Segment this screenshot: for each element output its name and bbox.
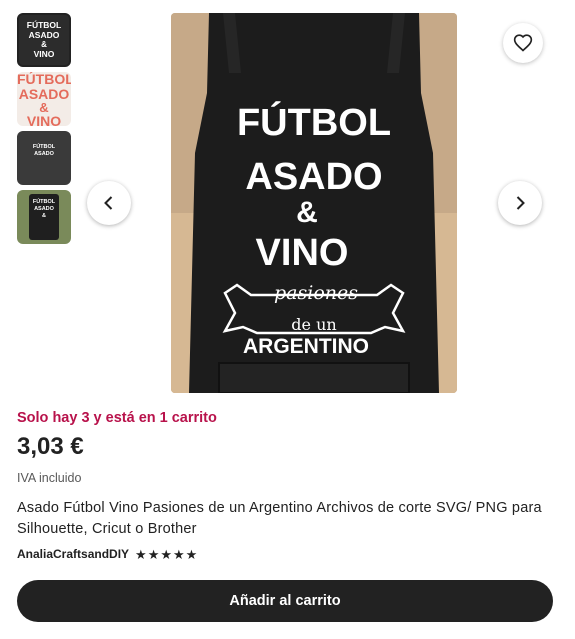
thumbnail-text: FÚTBOL bbox=[26, 20, 62, 30]
apron-text-line1: FÚTBOL bbox=[237, 100, 391, 144]
shop-info: AnaliaCraftsandDIY ★ ★ ★ ★ ★ bbox=[17, 547, 198, 561]
thumbnail-text: FÚTBOL bbox=[32, 199, 56, 205]
chevron-left-icon bbox=[104, 196, 113, 210]
thumbnail-text: ASADO bbox=[18, 86, 70, 102]
stock-message: Solo hay 3 y está en 1 carrito bbox=[17, 410, 217, 426]
thumbnail-text: VINO bbox=[26, 113, 62, 126]
star-icon: ★ bbox=[173, 546, 185, 562]
apron-text-line5: de un bbox=[291, 315, 336, 334]
listing-title: Asado Fútbol Vino Pasiones de un Argenti… bbox=[17, 500, 542, 537]
thumbnail-text: ASADO bbox=[28, 30, 60, 40]
star-icon: ★ bbox=[185, 546, 198, 562]
apron-text-line6: ARGENTINO bbox=[243, 335, 369, 358]
thumbnail-text: ASADO bbox=[34, 206, 54, 212]
heart-icon bbox=[513, 34, 533, 52]
thumbnail-text: VINO bbox=[33, 49, 55, 59]
main-product-image[interactable]: FÚTBOL ASADO & VINO pasiones de un ARGEN… bbox=[171, 13, 457, 393]
thumbnail-2[interactable]: FÚTBOL ASADO & VINO bbox=[17, 72, 71, 126]
apron-text-banner: pasiones bbox=[274, 282, 358, 304]
chevron-right-icon bbox=[516, 196, 525, 210]
thumbnail-1[interactable]: FÚTBOL ASADO & VINO bbox=[17, 13, 71, 67]
apron-text-line3: & bbox=[296, 196, 318, 229]
apron-illustration: FÚTBOL ASADO & VINO pasiones de un ARGEN… bbox=[171, 13, 457, 393]
favorite-button[interactable] bbox=[503, 23, 543, 63]
thumbnail-3[interactable]: FÚTBOL ASADO bbox=[17, 131, 71, 185]
apron-text-line4: VINO bbox=[256, 232, 349, 274]
shop-name-link[interactable]: AnaliaCraftsandDIY bbox=[17, 547, 129, 561]
star-icon: ★ bbox=[147, 546, 160, 562]
apron-text-line2: ASADO bbox=[245, 156, 382, 198]
previous-image-button[interactable] bbox=[87, 181, 131, 225]
thumbnail-text: ASADO bbox=[34, 151, 54, 157]
price: 3,03 € bbox=[17, 433, 84, 460]
thumbnail-text: & bbox=[42, 213, 46, 219]
star-icon: ★ bbox=[135, 546, 147, 562]
add-to-cart-button[interactable]: Añadir al carrito bbox=[17, 580, 553, 622]
thumbnail-text: FÚTBOL bbox=[32, 144, 56, 150]
thumbnail-text: FÚTBOL bbox=[17, 72, 71, 87]
next-image-button[interactable] bbox=[498, 181, 542, 225]
thumbnail-4[interactable]: FÚTBOL ASADO & bbox=[17, 190, 71, 244]
thumbnail-list: FÚTBOL ASADO & VINO FÚTBOL ASADO & VINO … bbox=[17, 13, 71, 249]
star-icon: ★ bbox=[160, 546, 172, 562]
rating-stars: ★ ★ ★ ★ ★ bbox=[135, 548, 198, 561]
thumbnail-text: & bbox=[41, 40, 47, 49]
tax-note: IVA incluido bbox=[17, 471, 82, 485]
